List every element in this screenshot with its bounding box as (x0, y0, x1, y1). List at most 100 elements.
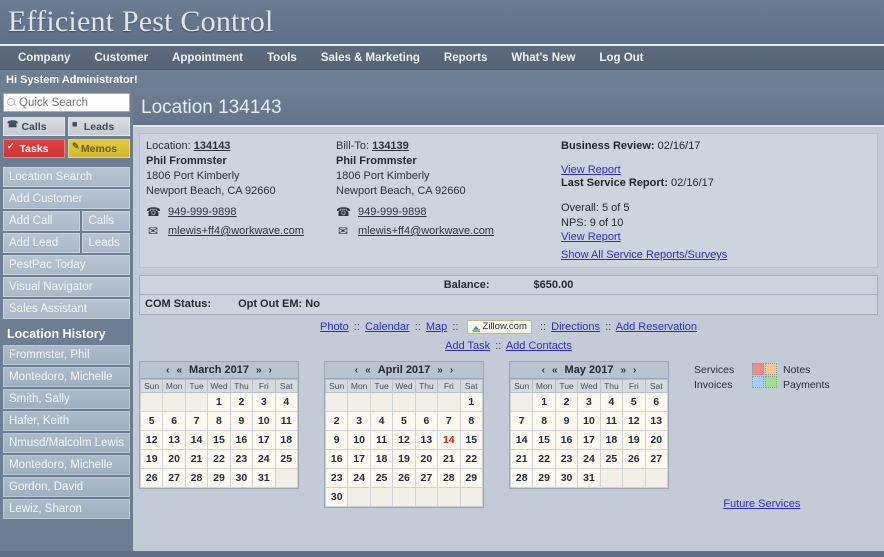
calendar-day[interactable]: 4 (599, 392, 624, 413)
history-item[interactable]: Montedoro, Michelle (3, 455, 130, 475)
calendar-day[interactable]: 6 (644, 392, 669, 413)
view-report-link-1[interactable]: View Report (561, 164, 871, 176)
calendar-day[interactable]: 12 (622, 411, 646, 432)
calendar-next-month-icon[interactable]: › (450, 362, 453, 379)
calendar-day[interactable]: 10 (577, 411, 601, 432)
billto-id-link[interactable]: 134139 (372, 140, 409, 152)
calendar-day[interactable]: 23 (554, 449, 579, 470)
calendar-next-month-icon[interactable]: › (633, 362, 636, 379)
billto-email-link[interactable]: mlewis+ff4@workwave.com (358, 225, 494, 237)
add-reservation-link[interactable]: Add Reservation (616, 321, 697, 333)
calendar-day[interactable]: 20 (162, 449, 186, 470)
calendar-day[interactable]: 9 (554, 411, 579, 432)
sidebar-tile-tasks[interactable]: ✓ Tasks (3, 139, 65, 158)
nav-item-customer[interactable]: Customer (82, 46, 160, 70)
calendar-next-month-icon[interactable]: › (269, 362, 272, 379)
calendar-day[interactable]: 13 (414, 430, 439, 451)
calendar-day[interactable]: 22 (459, 449, 484, 470)
calendar-day[interactable]: 28 (509, 468, 534, 489)
calendar-day[interactable]: 19 (392, 449, 416, 470)
calendar-day[interactable]: 3 (347, 411, 371, 432)
calendar-day[interactable]: 11 (599, 411, 624, 432)
calendar-day[interactable]: 19 (622, 430, 646, 451)
sidebar-item-sales-assistant[interactable]: Sales Assistant (3, 299, 130, 319)
calendar-day[interactable]: 16 (554, 430, 579, 451)
history-item[interactable]: Gordon, David (3, 477, 130, 497)
calendar-day[interactable]: 24 (347, 468, 371, 489)
calendar-day[interactable]: 28 (184, 468, 209, 489)
calendar-day[interactable]: 17 (577, 430, 601, 451)
sidebar-tile-calls[interactable]: ☎ Calls (3, 117, 65, 136)
calendar-day[interactable]: 15 (459, 430, 484, 451)
calendar-next-year-icon[interactable]: » (620, 362, 626, 379)
calendar-day[interactable]: 7 (509, 411, 534, 432)
calendar-day[interactable]: 11 (274, 411, 299, 432)
calendar-day[interactable]: 3 (577, 392, 601, 413)
sidebar-item-leads[interactable]: Leads (82, 233, 130, 253)
calendar-day[interactable]: 14 (509, 430, 534, 451)
sidebar-item-add-lead[interactable]: Add Lead (3, 233, 81, 253)
calendar-day[interactable]: 10 (347, 430, 371, 451)
sidebar-item-pestpac-today[interactable]: PestPac Today (3, 255, 130, 275)
show-all-reports-link[interactable]: Show All Service Reports/Surveys (561, 249, 871, 261)
sidebar-item-calls[interactable]: Calls (82, 211, 130, 231)
calendar-day[interactable]: 27 (162, 468, 186, 489)
calendar-day[interactable]: 2 (554, 392, 579, 413)
view-report-link-2[interactable]: View Report (561, 231, 871, 243)
calendar-day[interactable]: 3 (252, 392, 276, 413)
calendar-day[interactable]: 1 (532, 392, 556, 413)
calendar-day[interactable]: 25 (274, 449, 299, 470)
calendar-day[interactable]: 1 (207, 392, 231, 413)
calendar-prev-year-icon[interactable]: « (176, 362, 182, 379)
history-item[interactable]: Hafer, Keith (3, 411, 130, 431)
calendar-day[interactable]: 12 (139, 430, 164, 451)
calendar-day[interactable]: 17 (252, 430, 276, 451)
sidebar-tile-leads[interactable]: ■ Leads (68, 117, 130, 136)
calendar-day[interactable]: 29 (207, 468, 231, 489)
calendar-day[interactable]: 24 (252, 449, 276, 470)
calendar-day[interactable]: 25 (369, 468, 394, 489)
calendar-day[interactable]: 20 (414, 449, 439, 470)
calendar-day[interactable]: 28 (437, 468, 461, 489)
calendar-day[interactable]: 23 (324, 468, 349, 489)
history-item[interactable]: Montedoro, Michelle (3, 367, 130, 387)
calendar-prev-year-icon[interactable]: « (552, 362, 558, 379)
calendar-day[interactable]: 20 (644, 430, 669, 451)
billto-phone-link[interactable]: 949-999-9898 (358, 206, 427, 218)
directions-link[interactable]: Directions (551, 321, 600, 333)
calendar-day[interactable]: 1 (459, 392, 484, 413)
calendar-day[interactable]: 17 (347, 449, 371, 470)
add-contacts-link[interactable]: Add Contacts (506, 340, 572, 352)
calendar-day[interactable]: 18 (369, 449, 394, 470)
calendar-day[interactable]: 24 (577, 449, 601, 470)
calendar-day[interactable]: 18 (274, 430, 299, 451)
calendar-day[interactable]: 6 (162, 411, 186, 432)
calendar-day[interactable]: 8 (532, 411, 556, 432)
calendar-day[interactable]: 2 (229, 392, 254, 413)
nav-item-reports[interactable]: Reports (432, 46, 499, 70)
calendar-day[interactable]: 5 (392, 411, 416, 432)
calendar-prev-month-icon[interactable]: ‹ (166, 362, 169, 379)
calendar-day[interactable]: 26 (139, 468, 164, 489)
calendar-day[interactable]: 18 (599, 430, 624, 451)
calendar-day[interactable]: 8 (459, 411, 484, 432)
calendar-day[interactable]: 23 (229, 449, 254, 470)
nav-item-appointment[interactable]: Appointment (160, 46, 255, 70)
calendar-day[interactable]: 12 (392, 430, 416, 451)
calendar-day[interactable]: 13 (644, 411, 669, 432)
calendar-day[interactable]: 27 (414, 468, 439, 489)
sidebar-item-add-call[interactable]: Add Call (3, 211, 81, 231)
history-item[interactable]: Nmusd/Malcolm Lewis (3, 433, 130, 453)
calendar-day[interactable]: 27 (644, 449, 669, 470)
calendar-day[interactable]: 5 (622, 392, 646, 413)
calendar-day[interactable]: 15 (532, 430, 556, 451)
calendar-day[interactable]: 4 (369, 411, 394, 432)
location-email-link[interactable]: mlewis+ff4@workwave.com (168, 225, 304, 237)
calendar-day[interactable]: 30 (229, 468, 254, 489)
calendar-day[interactable]: 11 (369, 430, 394, 451)
calendar-day[interactable]: 8 (207, 411, 231, 432)
calendar-link[interactable]: Calendar (365, 321, 410, 333)
calendar-day[interactable]: 9 (229, 411, 254, 432)
calendar-day[interactable]: 16 (229, 430, 254, 451)
history-item[interactable]: Smith, Sally (3, 389, 130, 409)
